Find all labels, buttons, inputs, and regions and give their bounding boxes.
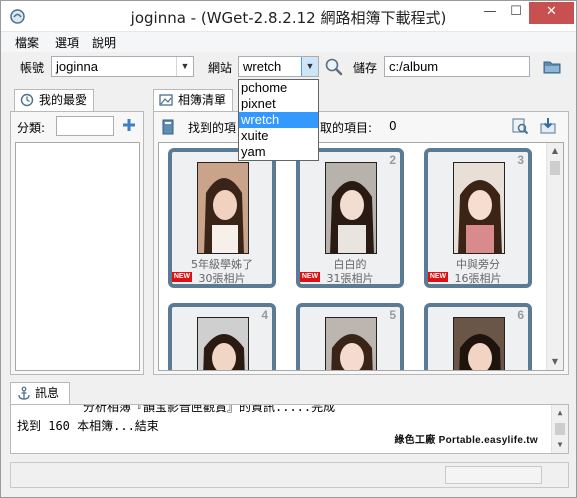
album-card[interactable]: 5	[296, 303, 404, 370]
gallery-scrollbar[interactable]: ▲ ▼	[546, 143, 563, 370]
album-thumbnail	[197, 317, 249, 370]
menu-file[interactable]: 檔案	[15, 34, 39, 51]
message-scrollbar[interactable]: ▲ ▼	[551, 405, 568, 453]
site-dropdown: pchome pixnet wretch xuite yam	[238, 79, 319, 161]
new-badge: NEW	[300, 272, 320, 282]
scroll-down-icon[interactable]: ▼	[552, 437, 568, 453]
tab-albums[interactable]: 相簿清單	[153, 89, 233, 111]
scroll-up-icon[interactable]: ▲	[552, 405, 568, 421]
status-progress	[445, 466, 542, 484]
minimize-button[interactable]: —	[477, 2, 503, 24]
tab-messages-label: 訊息	[35, 386, 60, 400]
toolbar: 帳號 joginna ▼ 網站 wretch ▼ 儲存 c:/album	[1, 52, 576, 82]
add-icon[interactable]	[122, 118, 136, 132]
album-number: 6	[517, 308, 524, 322]
album-number: 3	[517, 153, 524, 167]
album-number: 2	[389, 153, 396, 167]
albums-icon	[159, 94, 173, 106]
site-option-pchome[interactable]: pchome	[239, 80, 318, 96]
save-label: 儲存	[353, 61, 378, 75]
close-button[interactable]: ✕	[529, 2, 574, 24]
category-label: 分類:	[17, 121, 46, 135]
category-input[interactable]	[56, 116, 114, 136]
download-icon[interactable]	[539, 117, 557, 135]
site-option-xuite[interactable]: xuite	[239, 128, 318, 144]
account-label: 帳號	[20, 61, 45, 75]
title-bar: joginna - (WGet-2.8.2.12 網路相簿下載程式) — ☐ ✕	[1, 1, 576, 32]
selected-count: 0	[389, 119, 397, 133]
site-combo[interactable]: wretch ▼	[238, 56, 319, 77]
site-value: wretch	[243, 59, 282, 74]
chevron-down-icon[interactable]: ▼	[301, 57, 318, 76]
tab-albums-label: 相簿清單	[178, 93, 227, 107]
maximize-button[interactable]: ☐	[503, 2, 529, 24]
save-path-value: c:/album	[389, 59, 439, 74]
account-value: joginna	[56, 59, 98, 74]
site-label: 網站	[208, 61, 233, 75]
selected-label: 取的項目:	[320, 121, 373, 135]
album-gallery[interactable]: 5年級學姊了 30張相片 NEW 2 白白的 31張相片 NEW 3 中與旁分 …	[158, 142, 564, 371]
album-card[interactable]: 3 中與旁分 16張相片 NEW	[424, 148, 532, 288]
favorites-icon	[20, 93, 34, 107]
menu-options[interactable]: 選項	[55, 34, 79, 51]
tab-favorites[interactable]: 我的最愛	[14, 89, 94, 111]
new-badge: NEW	[172, 272, 192, 282]
menu-help[interactable]: 說明	[92, 34, 116, 51]
album-thumbnail	[453, 317, 505, 370]
album-card[interactable]: 4	[168, 303, 276, 370]
message-line: 找到 160 本相簿...結束	[17, 419, 159, 433]
site-option-pixnet[interactable]: pixnet	[239, 96, 318, 112]
folder-icon[interactable]	[542, 57, 562, 77]
favorites-panel: 分類:	[10, 111, 144, 375]
found-label: 找到的項	[188, 121, 237, 135]
preview-icon[interactable]	[511, 117, 529, 135]
scroll-up-icon[interactable]: ▲	[547, 143, 563, 159]
album-card[interactable]: 5年級學姊了 30張相片 NEW	[168, 148, 276, 288]
albums-panel: 找到的項 取的項目: 0 5年級學姊了 30張相片 NEW 2 白白的 31張相…	[153, 111, 569, 375]
site-option-yam[interactable]: yam	[239, 144, 318, 160]
new-badge: NEW	[428, 272, 448, 282]
message-log[interactable]: 分析相簿『韻宝影音匣觀賞』的資訊.....完成 找到 160 本相簿...結束 …	[10, 404, 569, 454]
site-option-wretch[interactable]: wretch	[239, 112, 318, 128]
album-thumbnail	[325, 317, 377, 370]
book-icon	[162, 119, 174, 135]
album-thumbnail	[453, 162, 505, 254]
anchor-icon	[18, 386, 30, 400]
status-bar	[10, 462, 569, 488]
scroll-thumb[interactable]	[550, 161, 560, 175]
save-path-input[interactable]: c:/album	[384, 56, 530, 77]
search-icon[interactable]	[324, 57, 344, 77]
album-card[interactable]: 2 白白的 31張相片 NEW	[296, 148, 404, 288]
album-number: 5	[389, 308, 396, 322]
album-thumbnail	[325, 162, 377, 254]
tab-favorites-label: 我的最愛	[39, 93, 88, 107]
tab-messages[interactable]: 訊息	[10, 382, 70, 404]
album-number: 4	[261, 308, 268, 322]
album-card[interactable]: 6	[424, 303, 532, 370]
app-window: joginna - (WGet-2.8.2.12 網路相簿下載程式) — ☐ ✕…	[0, 0, 577, 498]
favorites-list[interactable]	[15, 142, 140, 371]
chevron-down-icon[interactable]: ▼	[176, 57, 193, 76]
message-line: 分析相簿『韻宝影音匣觀賞』的資訊.....完成	[83, 404, 336, 414]
menu-bar: 檔案 選項 說明	[1, 32, 576, 52]
scroll-down-icon[interactable]: ▼	[547, 354, 563, 370]
scroll-thumb[interactable]	[555, 423, 565, 435]
watermark: 綠色工廠 Portable.easylife.tw	[394, 435, 538, 446]
account-combo[interactable]: joginna ▼	[51, 56, 194, 77]
album-thumbnail	[197, 162, 249, 254]
